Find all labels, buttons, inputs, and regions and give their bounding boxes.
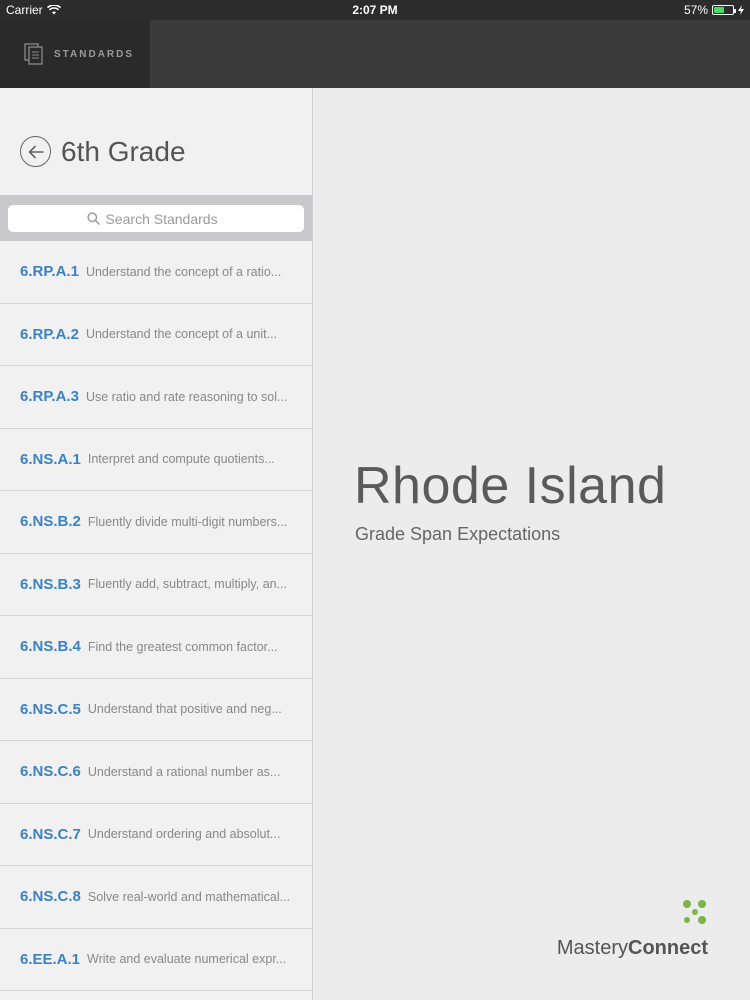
standards-sidebar: 6th Grade 6.RP.A.1 Understand the concept…	[0, 88, 313, 1000]
back-button[interactable]	[20, 136, 51, 167]
standard-code: 6.NS.C.7	[20, 825, 81, 843]
standard-code: 6.RP.A.1	[20, 263, 79, 281]
standards-set-subtitle: Grade Span Expectations	[355, 524, 561, 544]
standard-list-item[interactable]: 6.NS.C.7 Understand ordering and absolut.…	[0, 804, 312, 866]
charging-icon	[738, 5, 744, 15]
document-stack-icon	[24, 43, 43, 65]
search-input[interactable]	[105, 210, 226, 227]
standard-code: 6.NS.B.3	[20, 575, 81, 593]
brand-name-bold: Connect	[628, 937, 708, 959]
back-arrow-icon	[28, 145, 44, 158]
standard-list-item[interactable]: 6.NS.C.6 Understand a rational number as.…	[0, 741, 312, 804]
standard-description: Solve real-world and mathematical...	[87, 889, 291, 904]
standard-list-item[interactable]: 6.RP.A.3 Use ratio and rate reasoning to …	[0, 366, 312, 429]
standard-code: 6.NS.C.6	[20, 763, 81, 781]
standard-list-item[interactable]: 6.NS.A.1 Interpret and compute quotients.…	[0, 429, 312, 491]
standard-description: Understand the concept of a unit...	[85, 327, 278, 342]
clock: 2:07 PM	[352, 3, 398, 17]
standard-code: 6.NS.C.8	[20, 888, 81, 906]
standard-code: 6.NS.B.4	[20, 638, 81, 656]
standard-list-item[interactable]: 6.RP.A.1 Understand the concept of a rati…	[0, 241, 312, 304]
standard-description: Use ratio and rate reasoning to sol...	[85, 389, 288, 404]
mastery-connect-logo-icon	[683, 900, 706, 924]
standard-code: 6.EE.A.1	[20, 950, 81, 968]
sidebar-header: 6th Grade	[0, 88, 312, 195]
standard-code: 6.NS.B.2	[20, 513, 81, 531]
standard-code: 6.RP.A.3	[20, 388, 79, 406]
standard-description: Fluently divide multi-digit numbers...	[87, 514, 288, 529]
standard-list-item[interactable]: 6.NS.B.2 Fluently divide multi-digit numb…	[0, 491, 312, 554]
nav-tab-label: STANDARDS	[54, 48, 135, 60]
standard-list-item[interactable]: 6.EE.A.1 Write and evaluate numerical exp…	[0, 929, 312, 991]
search-icon	[86, 212, 100, 225]
standard-list-item[interactable]: 6.NS.C.5 Understand that positive and neg…	[0, 679, 312, 741]
standard-description: Understand the concept of a ratio...	[85, 264, 282, 279]
search-box[interactable]	[8, 205, 304, 232]
standard-description: Interpret and compute quotients...	[87, 452, 275, 467]
grade-title: 6th Grade	[61, 135, 186, 167]
brand-logo: MasteryConnect	[557, 900, 708, 960]
battery-icon	[712, 5, 736, 15]
state-title: Rhode Island	[354, 457, 667, 515]
standard-description: Fluently add, subtract, multiply, an...	[87, 577, 288, 592]
standard-list-item[interactable]: 6.NS.B.4 Find the greatest common factor.…	[0, 616, 312, 679]
standard-description: Write and evaluate numerical expr...	[87, 952, 287, 967]
standard-list-item[interactable]: 6.NS.B.3 Fluently add, subtract, multiply…	[0, 554, 312, 616]
standard-description: Understand a rational number as...	[87, 764, 281, 779]
top-nav-bar: STANDARDS	[0, 20, 750, 88]
brand-name: MasteryConnect	[557, 937, 708, 960]
nav-tab-standards[interactable]: STANDARDS	[0, 20, 150, 88]
standard-code: 6.NS.C.5	[20, 700, 81, 718]
standard-list-item[interactable]: 6.RP.A.2 Understand the concept of a unit…	[0, 304, 312, 366]
standard-list-item[interactable]: 6.NS.C.8 Solve real-world and mathematica…	[0, 866, 312, 929]
battery-percent: 57%	[683, 3, 708, 17]
standard-code: 6.NS.A.1	[20, 450, 81, 468]
main-panel: Rhode Island Grade Span Expectations Mas…	[314, 88, 750, 1000]
brand-name-light: Mastery	[556, 937, 628, 959]
battery-level	[714, 7, 725, 13]
standard-description: Understand ordering and absolut...	[87, 827, 281, 842]
standard-description: Understand that positive and neg...	[87, 702, 282, 717]
status-bar: Carrier 2:07 PM 57%	[0, 0, 750, 20]
standard-description: Find the greatest common factor...	[87, 639, 278, 654]
standards-list: 6.RP.A.1 Understand the concept of a rati…	[0, 241, 312, 991]
battery-info: 57%	[684, 3, 744, 17]
search-bar-container	[0, 195, 312, 241]
standard-code: 6.RP.A.2	[20, 325, 79, 343]
